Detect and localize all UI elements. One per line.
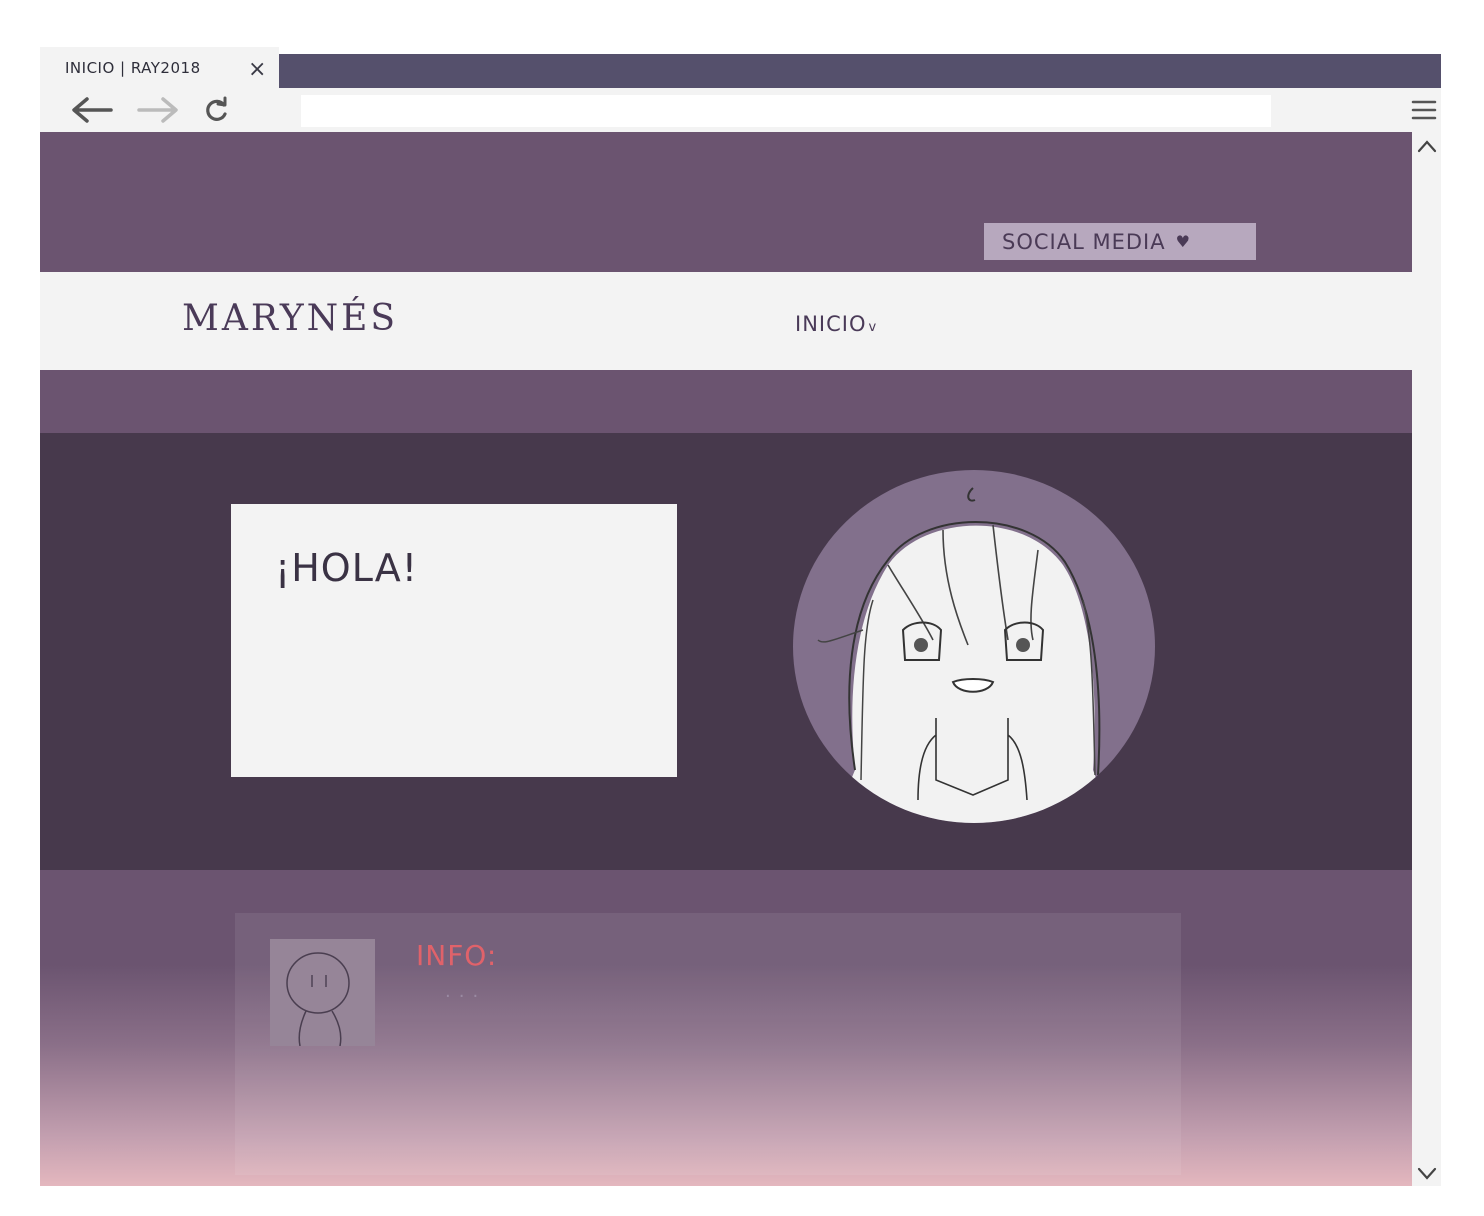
anime-girl-portrait-icon — [817, 487, 1113, 823]
hero-section: ¡HOLA! — [40, 433, 1412, 870]
info-thumbnail — [270, 939, 375, 1047]
address-bar[interactable] — [301, 95, 1271, 127]
forward-button[interactable] — [134, 92, 182, 128]
social-media-label: SOCIAL MEDIA — [1002, 229, 1166, 254]
tab-close-icon[interactable]: × — [248, 59, 266, 81]
divider-band — [40, 370, 1412, 433]
scroll-down-button[interactable] — [1416, 1162, 1438, 1184]
reload-icon — [206, 96, 227, 121]
chevron-down-icon: v — [868, 320, 878, 335]
avatar — [793, 470, 1155, 823]
browser-toolbar — [40, 88, 1441, 132]
greeting-text: ¡HOLA! — [275, 546, 418, 590]
tab-strip — [279, 54, 1441, 88]
top-banner: SOCIAL MEDIA ♥ — [40, 132, 1412, 272]
hamburger-menu-icon — [1411, 100, 1437, 120]
arrow-right-icon — [137, 97, 178, 123]
vertical-scrollbar[interactable] — [1412, 132, 1441, 1186]
info-placeholder-text: ... — [445, 981, 487, 1002]
chevron-up-icon — [1417, 140, 1437, 153]
back-button[interactable] — [68, 92, 116, 128]
nav-item-inicio[interactable]: INICIO v — [795, 312, 877, 336]
browser-menu-button[interactable] — [1410, 96, 1438, 124]
info-card: INFO: ... — [235, 913, 1181, 1175]
social-media-button[interactable]: SOCIAL MEDIA ♥ — [984, 223, 1256, 260]
heart-icon: ♥ — [1175, 232, 1191, 251]
navigation-bar: MARYNÉS INICIO v — [40, 272, 1412, 370]
tab-title: INICIO | RAY2018 — [65, 59, 201, 77]
reload-button[interactable] — [200, 92, 234, 128]
info-heading: INFO: — [416, 939, 498, 972]
page-viewport: SOCIAL MEDIA ♥ MARYNÉS INICIO v ¡HOLA! I… — [40, 132, 1412, 1186]
person-placeholder-icon — [286, 952, 350, 1047]
arrow-left-icon — [72, 97, 113, 123]
site-logo-text[interactable]: MARYNÉS — [182, 298, 398, 339]
greeting-card: ¡HOLA! — [231, 504, 677, 777]
nav-item-inicio-label: INICIO — [795, 312, 867, 336]
info-section: INFO: ... — [40, 870, 1412, 1186]
browser-tab[interactable]: INICIO | RAY2018 × — [40, 47, 279, 91]
scroll-up-button[interactable] — [1416, 136, 1438, 158]
chevron-down-icon — [1417, 1167, 1437, 1180]
